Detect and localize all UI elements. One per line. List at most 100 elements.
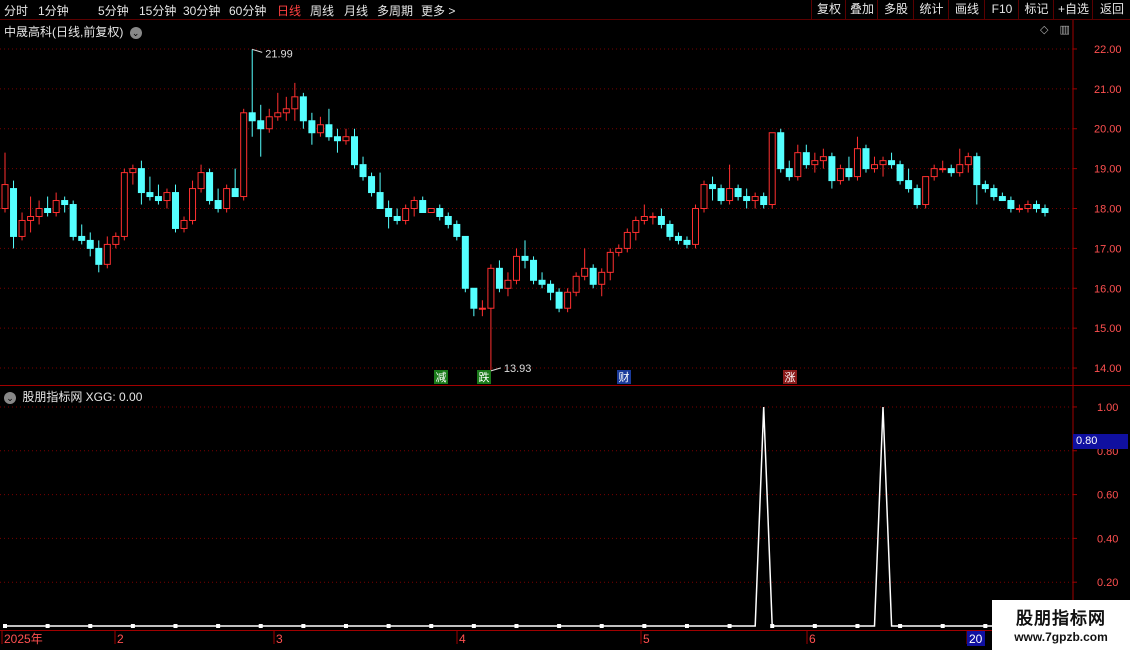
event-marker[interactable]: 涨 xyxy=(783,370,797,384)
candle-body xyxy=(265,116,273,130)
xgg-point-marker xyxy=(898,624,903,628)
low-label: 13.93 xyxy=(504,363,532,375)
candle xyxy=(240,108,248,201)
price-tick-label: 17.00 xyxy=(1094,243,1122,255)
candle xyxy=(154,184,162,205)
period-tab[interactable]: 15分钟 xyxy=(139,2,176,19)
candle xyxy=(274,92,282,121)
toolbar-button[interactable]: 多股 xyxy=(877,0,914,19)
candle xyxy=(905,168,913,193)
candle xyxy=(333,128,341,153)
watermark-url: www.7gpzb.com xyxy=(1014,630,1108,644)
candle-body xyxy=(351,136,359,166)
candle xyxy=(581,248,589,281)
candle-body xyxy=(299,96,307,122)
period-tab[interactable]: 60分钟 xyxy=(229,2,266,19)
candle-body xyxy=(240,112,248,198)
candle-body xyxy=(743,196,751,202)
candle-body xyxy=(171,192,179,229)
candle-body xyxy=(257,120,265,130)
xgg-point-marker xyxy=(770,624,775,628)
toolbar-button[interactable]: +自选 xyxy=(1053,0,1093,19)
indicator-chart[interactable]: 1.00 0.80 0.60 0.40 0.20 xyxy=(0,386,1130,630)
candle-body xyxy=(1024,204,1032,210)
period-tab[interactable]: 5分钟 xyxy=(98,2,129,19)
candle xyxy=(777,128,785,173)
xgg-point-marker xyxy=(557,624,562,628)
candle-body xyxy=(470,287,478,309)
period-tab[interactable]: 月线 xyxy=(344,2,368,19)
xgg-point-marker xyxy=(258,624,263,628)
candle xyxy=(206,168,214,205)
candle-body xyxy=(726,188,734,202)
period-tab[interactable]: 分时 xyxy=(4,2,28,19)
candle-body xyxy=(555,291,563,309)
candle-body xyxy=(700,184,708,210)
toolbar-button[interactable]: 返回 xyxy=(1092,0,1130,19)
candle-body xyxy=(973,156,981,186)
chevron-down-icon[interactable]: ⌄ xyxy=(129,26,142,39)
period-tab[interactable]: 更多 > xyxy=(421,2,455,19)
candle xyxy=(598,268,606,297)
event-marker[interactable]: 跌 xyxy=(477,370,491,384)
window-icon[interactable]: ▥ xyxy=(1060,24,1070,36)
candle-body xyxy=(495,267,503,289)
event-marker[interactable]: 减 xyxy=(434,370,448,384)
candle-body xyxy=(828,156,836,182)
period-tab[interactable]: 1分钟 xyxy=(38,2,69,19)
period-tab[interactable]: 多周期 xyxy=(377,2,413,19)
toolbar-button[interactable]: F10 xyxy=(984,0,1019,19)
period-tab[interactable]: 30分钟 xyxy=(183,2,220,19)
candle-body xyxy=(564,291,572,309)
candle xyxy=(615,244,623,257)
diamond-icon[interactable]: ◇ xyxy=(1040,24,1048,36)
toolbar-button[interactable]: 标记 xyxy=(1018,0,1054,19)
chevron-down-icon[interactable]: ⌄ xyxy=(4,391,16,404)
high-pointer xyxy=(252,48,263,53)
candle xyxy=(95,240,103,273)
candle-body xyxy=(845,168,853,178)
candle xyxy=(760,192,768,209)
toolbar-button[interactable]: 画线 xyxy=(948,0,985,19)
candle-body xyxy=(504,279,512,289)
candle-body xyxy=(871,164,879,170)
xgg-point-marker xyxy=(216,624,221,628)
candle-body xyxy=(69,204,77,237)
xgg-point-marker xyxy=(599,624,604,628)
candle xyxy=(402,204,410,225)
date-label: 3 xyxy=(276,632,283,646)
candle xyxy=(802,144,810,169)
candle xyxy=(325,108,333,141)
candle-body xyxy=(615,247,623,253)
candle xyxy=(947,164,955,177)
main-chart[interactable]: 22.00 21.00 20.00 19.00 18.00 17.00 16.00 15.00… xyxy=(0,20,1130,386)
period-tab[interactable]: 日线 xyxy=(277,2,301,19)
candle xyxy=(376,172,384,210)
period-tab[interactable]: 周线 xyxy=(310,2,334,19)
stock-title-text: 中晟高科(日线,前复权) xyxy=(4,25,124,39)
candle-body xyxy=(436,208,444,217)
candle-body xyxy=(512,255,520,281)
candle xyxy=(78,224,86,245)
candle-body xyxy=(530,259,538,281)
event-marker[interactable]: 财 xyxy=(617,370,631,384)
candle xyxy=(436,204,444,221)
date-label: 5 xyxy=(643,632,650,646)
candle xyxy=(368,172,376,197)
candle xyxy=(393,208,401,225)
xgg-point-marker xyxy=(684,624,689,628)
price-tick-label: 22.00 xyxy=(1094,44,1122,56)
candle-body xyxy=(333,136,341,142)
candle-body xyxy=(777,132,785,170)
candle-body xyxy=(27,215,35,221)
toolbar-button[interactable]: 复权 xyxy=(811,0,846,19)
toolbar-button[interactable]: 统计 xyxy=(913,0,949,19)
candle-body xyxy=(717,188,725,202)
candle xyxy=(683,236,691,249)
candle-body xyxy=(316,124,324,134)
candle xyxy=(632,216,640,241)
price-tick-label: 15.00 xyxy=(1094,323,1122,335)
toolbar-button[interactable]: 叠加 xyxy=(845,0,878,19)
candle xyxy=(768,132,776,209)
candle-body xyxy=(1007,200,1015,210)
